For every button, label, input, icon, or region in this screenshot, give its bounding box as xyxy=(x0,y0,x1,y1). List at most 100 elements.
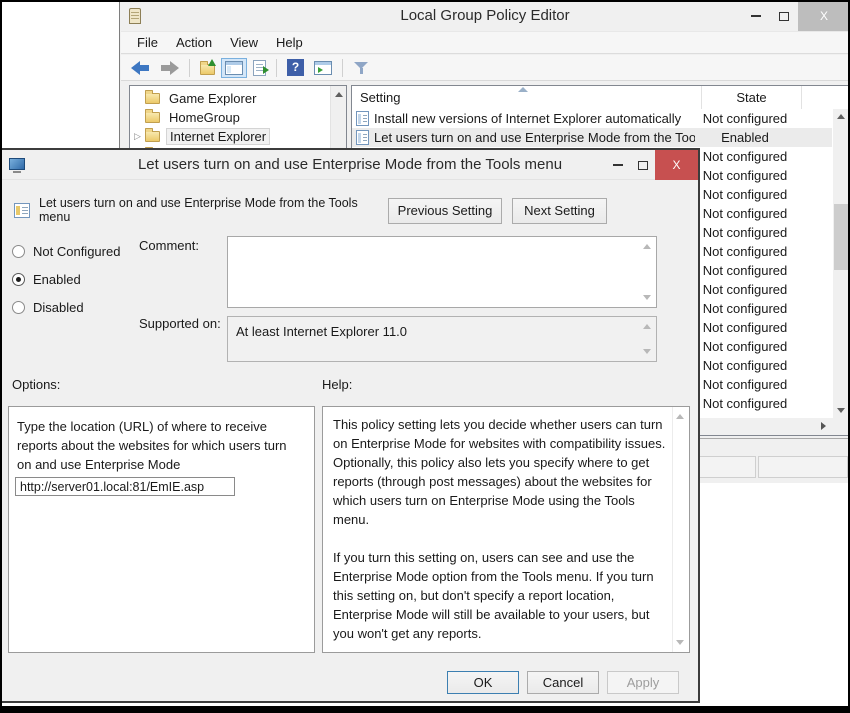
comment-label: Comment: xyxy=(139,238,199,253)
show-extended-pane-button[interactable] xyxy=(310,58,336,78)
menu-help[interactable]: Help xyxy=(267,33,312,52)
toolbar-separator xyxy=(189,59,190,77)
report-url-input[interactable] xyxy=(15,477,235,496)
scroll-down-icon[interactable] xyxy=(643,349,651,354)
minimize-icon xyxy=(751,15,761,17)
radio-unchecked-icon xyxy=(12,245,25,258)
status-cell xyxy=(758,456,848,478)
help-text: This policy setting lets you decide whet… xyxy=(323,407,672,652)
radio-not-configured[interactable]: Not Configured xyxy=(12,242,120,260)
back-button[interactable] xyxy=(127,58,154,78)
up-one-level-icon xyxy=(200,64,215,75)
supported-on-label: Supported on: xyxy=(139,316,221,331)
maximize-icon xyxy=(638,161,648,170)
policy-icon xyxy=(356,130,369,145)
main-caption-buttons: X xyxy=(742,1,850,31)
folder-icon xyxy=(145,131,160,142)
main-titlebar[interactable]: Local Group Policy Editor X xyxy=(120,1,850,31)
policy-setting-dialog: Let users turn on and use Enterprise Mod… xyxy=(0,148,700,703)
scroll-up-icon xyxy=(335,92,343,97)
help-panel: This policy setting lets you decide whet… xyxy=(322,406,690,653)
menu-file[interactable]: File xyxy=(128,33,167,52)
help-button[interactable]: ? xyxy=(283,56,308,79)
menu-action[interactable]: Action xyxy=(167,33,221,52)
expander-icon[interactable]: ▷ xyxy=(130,131,145,142)
list-vertical-scrollbar[interactable] xyxy=(833,109,850,418)
dialog-titlebar[interactable]: Let users turn on and use Enterprise Mod… xyxy=(2,150,698,180)
dialog-maximize-button[interactable] xyxy=(630,150,655,180)
policy-icon xyxy=(356,111,369,126)
cancel-button[interactable]: Cancel xyxy=(527,671,599,694)
folder-icon xyxy=(145,112,160,123)
dialog-heading: Let users turn on and use Enterprise Mod… xyxy=(14,196,369,224)
dialog-minimize-button[interactable] xyxy=(605,150,630,180)
toolbar-separator xyxy=(276,59,277,77)
radio-enabled[interactable]: Enabled xyxy=(12,270,120,288)
state-radio-group: Not Configured Enabled Disabled xyxy=(12,242,120,326)
filter-icon xyxy=(353,60,370,75)
dialog-title: Let users turn on and use Enterprise Mod… xyxy=(2,150,698,180)
minimize-icon xyxy=(613,164,623,166)
help-paragraph: This policy setting lets you decide whet… xyxy=(333,415,666,529)
close-button[interactable]: X xyxy=(798,1,850,31)
help-icon: ? xyxy=(287,59,304,76)
tree-item-internet-explorer[interactable]: ▷ Internet Explorer xyxy=(130,127,346,146)
scroll-right-icon xyxy=(821,422,826,430)
close-icon: X xyxy=(820,9,828,23)
options-panel: Type the location (URL) of where to rece… xyxy=(8,406,315,653)
scroll-up-icon xyxy=(676,414,684,419)
comment-field[interactable] xyxy=(227,236,657,308)
apply-button: Apply xyxy=(607,671,679,694)
dialog-heading-text: Let users turn on and use Enterprise Mod… xyxy=(39,196,369,224)
forward-icon xyxy=(160,61,179,75)
previous-setting-button[interactable]: Previous Setting xyxy=(388,198,502,224)
maximize-button[interactable] xyxy=(770,1,798,31)
dialog-close-button[interactable]: X xyxy=(655,150,698,180)
scroll-up-icon xyxy=(837,114,845,119)
tree-item-homegroup[interactable]: HomeGroup xyxy=(130,108,346,127)
table-row-selected[interactable]: Let users turn on and use Enterprise Mod… xyxy=(352,128,832,147)
supported-on-field: At least Internet Explorer 11.0 xyxy=(227,316,657,362)
scroll-down-icon xyxy=(676,640,684,645)
main-window-title: Local Group Policy Editor xyxy=(120,1,850,31)
menubar: File Action View Help xyxy=(121,31,850,54)
scroll-up-icon[interactable] xyxy=(643,244,651,249)
next-setting-button[interactable]: Next Setting xyxy=(512,198,607,224)
help-scrollbar[interactable] xyxy=(672,407,689,652)
scrollbar-corner xyxy=(833,418,850,435)
toolbar: ? xyxy=(121,55,850,81)
up-one-level-button[interactable] xyxy=(196,58,219,78)
table-row[interactable]: Install new versions of Internet Explore… xyxy=(352,109,832,128)
forward-button[interactable] xyxy=(156,58,183,78)
back-icon xyxy=(131,61,150,75)
scrollbar-thumb[interactable] xyxy=(834,204,849,270)
folder-icon xyxy=(145,93,160,104)
policy-setting-icon xyxy=(14,203,30,218)
tree-item-game-explorer[interactable]: Game Explorer xyxy=(130,89,346,108)
toolbar-separator xyxy=(342,59,343,77)
show-console-tree-button[interactable] xyxy=(221,58,247,78)
scroll-down-icon xyxy=(837,408,845,413)
export-list-icon xyxy=(253,60,266,76)
scroll-down-icon[interactable] xyxy=(643,295,651,300)
column-header-state[interactable]: State xyxy=(702,86,802,109)
screenshot-bottom-border xyxy=(0,706,850,713)
options-label: Options: xyxy=(12,377,60,392)
help-paragraph: If you turn this setting on, users can s… xyxy=(333,548,666,643)
maximize-icon xyxy=(779,12,789,21)
sort-ascending-icon xyxy=(518,87,528,92)
supported-on-value: At least Internet Explorer 11.0 xyxy=(236,324,407,339)
help-label: Help: xyxy=(322,377,352,392)
screenshot-root: Local Group Policy Editor X File Action … xyxy=(0,0,850,713)
filter-button[interactable] xyxy=(349,57,374,78)
minimize-button[interactable] xyxy=(742,1,770,31)
ok-button[interactable]: OK xyxy=(447,671,519,694)
export-list-button[interactable] xyxy=(249,57,270,79)
radio-unchecked-icon xyxy=(12,301,25,314)
options-description: Type the location (URL) of where to rece… xyxy=(9,407,314,474)
radio-disabled[interactable]: Disabled xyxy=(12,298,120,316)
scroll-up-icon[interactable] xyxy=(643,324,651,329)
menu-view[interactable]: View xyxy=(221,33,267,52)
show-console-tree-icon xyxy=(225,61,243,75)
radio-checked-icon xyxy=(12,273,25,286)
